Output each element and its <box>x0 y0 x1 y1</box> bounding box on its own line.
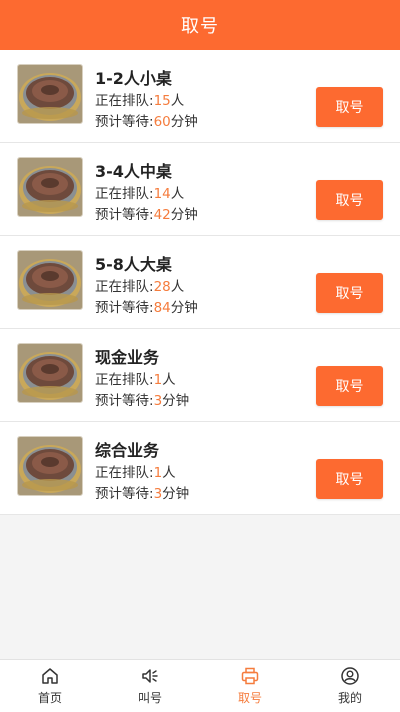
wait-minutes: 3 <box>153 486 163 502</box>
top-bar: 取号 <box>0 0 400 50</box>
queue-count: 15 <box>153 93 171 109</box>
take-number-button[interactable]: 取号 <box>316 180 383 220</box>
take-number-button[interactable]: 取号 <box>316 273 383 313</box>
wait-minutes: 42 <box>153 207 171 223</box>
tab-call[interactable]: 叫号 <box>100 660 200 712</box>
grill-food-image <box>17 250 83 310</box>
queue-name: 5-8人大桌 <box>95 255 172 274</box>
queue-count-line: 正在排队:28人 <box>95 279 185 295</box>
user-icon <box>341 667 359 685</box>
bottom-tab-bar: 首页 叫号 取号 我的 <box>0 659 400 712</box>
tab-home[interactable]: 首页 <box>0 660 100 712</box>
queue-name: 3-4人中桌 <box>95 162 172 181</box>
queue-row: 1-2人小桌 正在排队:15人 预计等待:60分钟 取号 <box>0 50 400 143</box>
tab-call-label: 叫号 <box>137 691 162 705</box>
queue-row: 3-4人中桌 正在排队:14人 预计等待:42分钟 取号 <box>0 143 400 236</box>
queue-count-line: 正在排队:1人 <box>95 465 176 481</box>
tab-profile[interactable]: 我的 <box>300 660 400 712</box>
printer-icon <box>241 667 259 685</box>
wait-minutes: 60 <box>153 114 171 130</box>
queue-count-line: 正在排队:1人 <box>95 372 176 388</box>
wait-time-line: 预计等待:84分钟 <box>95 300 198 316</box>
queue-count-line: 正在排队:15人 <box>95 93 185 109</box>
grill-food-image <box>17 64 83 124</box>
wait-minutes: 84 <box>153 300 171 316</box>
wait-time-line: 预计等待:3分钟 <box>95 486 190 502</box>
queue-row: 5-8人大桌 正在排队:28人 预计等待:84分钟 取号 <box>0 236 400 329</box>
queue-row: 现金业务 正在排队:1人 预计等待:3分钟 取号 <box>0 329 400 422</box>
take-number-button[interactable]: 取号 <box>316 366 383 406</box>
queue-count: 1 <box>153 372 163 388</box>
queue-name: 1-2人小桌 <box>95 69 172 88</box>
home-icon <box>42 668 58 684</box>
wait-time-line: 预计等待:60分钟 <box>95 114 198 130</box>
wait-minutes: 3 <box>153 393 163 409</box>
page-title: 取号 <box>181 16 219 37</box>
queue-count-line: 正在排队:14人 <box>95 186 185 202</box>
tab-home-label: 首页 <box>37 691 62 705</box>
tab-take-number-label: 取号 <box>237 691 262 705</box>
queue-count: 1 <box>153 465 163 481</box>
wait-time-line: 预计等待:3分钟 <box>95 393 190 409</box>
queue-row: 综合业务 正在排队:1人 预计等待:3分钟 取号 <box>0 422 400 515</box>
speaker-icon <box>142 669 158 683</box>
grill-food-image <box>17 343 83 403</box>
queue-count: 28 <box>153 279 171 295</box>
queue-name: 现金业务 <box>95 348 160 367</box>
grill-food-image <box>17 157 83 217</box>
wait-time-line: 预计等待:42分钟 <box>95 207 198 223</box>
queue-count: 14 <box>153 186 171 202</box>
queue-list: 1-2人小桌 正在排队:15人 预计等待:60分钟 取号 3-4人中桌 正在排队… <box>0 50 400 515</box>
take-number-button[interactable]: 取号 <box>316 459 383 499</box>
tab-profile-label: 我的 <box>337 691 362 705</box>
grill-food-image <box>17 436 83 496</box>
take-number-button[interactable]: 取号 <box>316 87 383 127</box>
queue-name: 综合业务 <box>95 441 160 460</box>
tab-take-number[interactable]: 取号 <box>200 660 300 712</box>
